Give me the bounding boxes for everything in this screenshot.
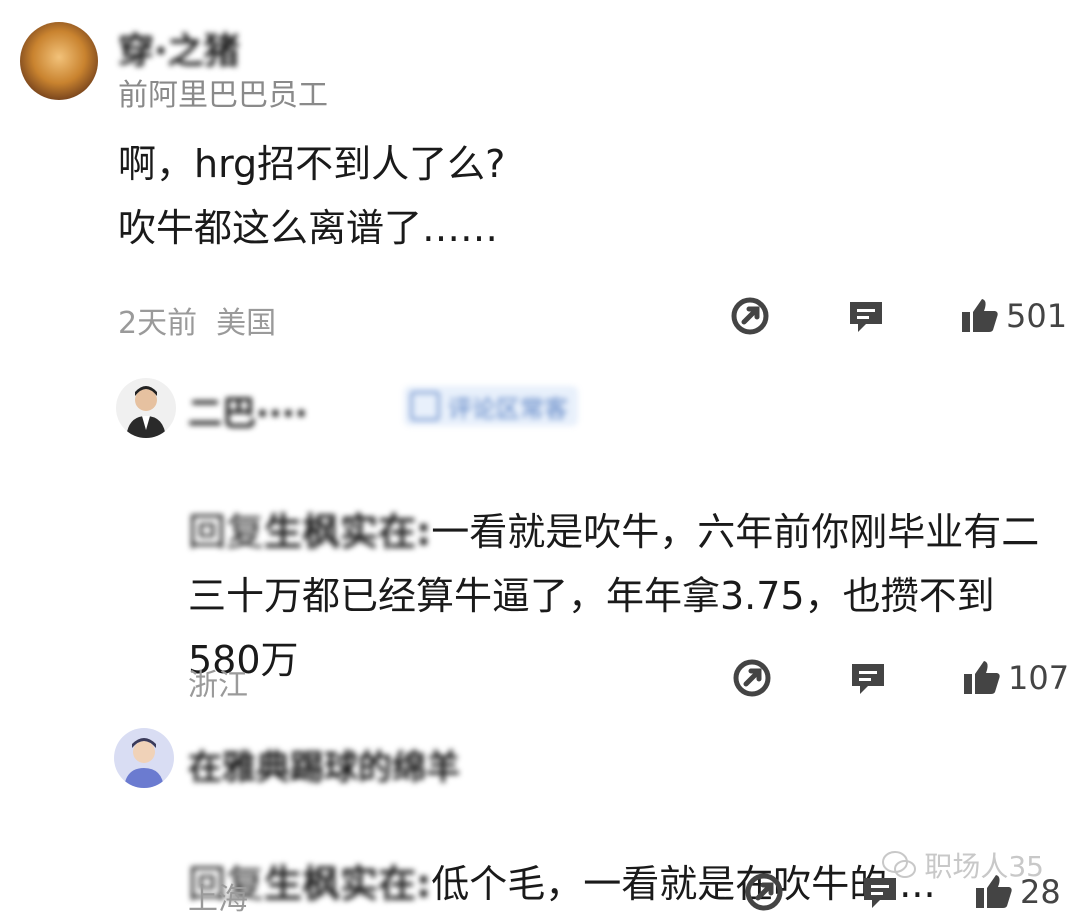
reply-target[interactable]: 生枫实在: bbox=[264, 862, 431, 906]
watermark: 职场人35 bbox=[882, 845, 1044, 885]
comment-body: 啊，hrg招不到人了么? 吹牛都这么离谱了…… bbox=[118, 142, 506, 250]
avatar[interactable] bbox=[20, 22, 98, 100]
comment-location: 浙江 bbox=[188, 668, 248, 703]
comment-body: 回复生枫实在:一看就是吹牛，六年前你刚毕业有二三十万都已经算牛逼了，年年拿3.7… bbox=[188, 436, 1048, 692]
share-icon bbox=[731, 297, 769, 335]
comment-icon bbox=[852, 664, 884, 694]
wechat-icon bbox=[882, 851, 917, 878]
comment-meta: 2天前 美国 bbox=[118, 298, 276, 342]
thumbs-up-icon bbox=[964, 661, 1000, 694]
share-icon bbox=[733, 659, 771, 697]
comment-location: 美国 bbox=[216, 306, 277, 341]
thumbs-up-icon bbox=[962, 299, 998, 332]
comment-time: 2天前 bbox=[118, 306, 198, 341]
comment-icon bbox=[850, 302, 882, 332]
reply-prefix: 回复 bbox=[188, 510, 265, 554]
share-button[interactable] bbox=[744, 872, 784, 912]
share-button[interactable] bbox=[730, 296, 770, 336]
person-icon bbox=[124, 738, 164, 788]
reply-button[interactable] bbox=[846, 296, 886, 336]
watermark-text: 职场人35 bbox=[924, 850, 1044, 883]
share-icon bbox=[745, 873, 783, 911]
author-title: 前阿里巴巴员工 bbox=[118, 78, 328, 113]
author-name[interactable]: 穿·之猪 bbox=[118, 22, 240, 74]
reply-button[interactable] bbox=[848, 658, 888, 698]
status-badge: 评论区常客 bbox=[404, 386, 578, 426]
person-icon bbox=[126, 386, 166, 438]
badge-icon bbox=[410, 391, 440, 421]
author-name[interactable]: 在雅典踢球的绵羊 bbox=[188, 740, 460, 789]
reply-target[interactable]: 生枫实在: bbox=[264, 510, 431, 554]
avatar[interactable] bbox=[116, 378, 176, 438]
avatar[interactable] bbox=[114, 728, 174, 788]
like-button[interactable]: 107 bbox=[962, 658, 1069, 698]
like-button[interactable]: 501 bbox=[960, 296, 1067, 336]
badge-label: 评论区常客 bbox=[448, 394, 568, 423]
share-button[interactable] bbox=[732, 658, 772, 698]
like-count: 107 bbox=[1008, 659, 1070, 697]
like-count: 501 bbox=[1006, 297, 1068, 335]
comment-location: 上海 bbox=[188, 882, 248, 917]
author-name[interactable]: 二巴···· bbox=[188, 386, 308, 435]
